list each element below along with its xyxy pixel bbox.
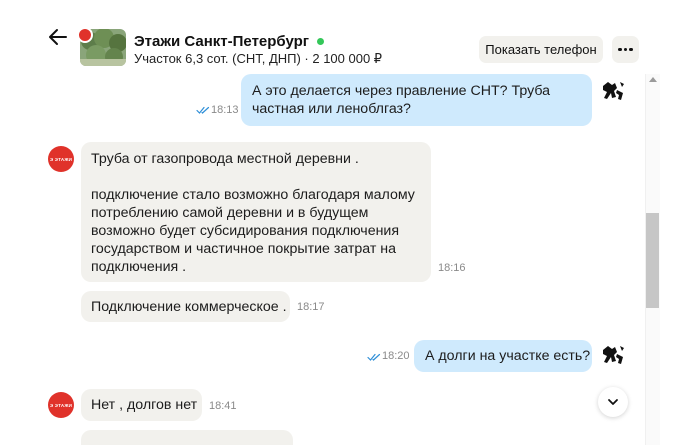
seller-avatar-label: Э ЭТАЖИ <box>49 402 73 408</box>
scrollbar-thumb[interactable] <box>646 213 659 308</box>
message-text: Труба от газопровода местной деревни . п… <box>91 151 415 275</box>
message-time: 18:20 <box>382 350 410 362</box>
scroll-up-arrow-icon[interactable] <box>649 77 657 82</box>
seller-avatar[interactable]: Э ЭТАЖИ <box>48 392 74 418</box>
more-options-button[interactable] <box>612 36 639 63</box>
message-time: 18:16 <box>438 262 466 274</box>
message-text: Подключение коммерческое . <box>91 299 287 315</box>
read-ticks-icon <box>367 353 381 361</box>
incoming-message[interactable]: Нет , долгов нет <box>81 389 202 421</box>
incoming-message-partial[interactable] <box>81 430 293 445</box>
message-time: 18:41 <box>209 400 237 412</box>
more-dot-icon <box>629 47 633 52</box>
incoming-message[interactable]: Подключение коммерческое . <box>81 291 290 322</box>
incoming-message[interactable]: Труба от газопровода местной деревни . п… <box>81 142 431 282</box>
back-arrow-icon[interactable] <box>46 25 70 49</box>
listing-subtitle[interactable]: Участок 6,3 сот. (СНТ, ДНП) · 2 100 000 … <box>134 51 382 67</box>
seller-avatar[interactable]: Э ЭТАЖИ <box>48 146 74 172</box>
seller-avatar-label: Э ЭТАЖИ <box>49 156 73 162</box>
message-text: Нет , долгов нет <box>91 397 198 413</box>
chat-title[interactable]: Этажи Санкт-Петербург <box>134 33 309 50</box>
outgoing-message[interactable]: А это делается через правление СНТ? Труб… <box>241 74 592 126</box>
show-phone-button[interactable]: Показать телефон <box>479 36 603 63</box>
message-time: 18:13 <box>211 104 239 116</box>
message-text: А долги на участке есть? <box>425 348 591 364</box>
chevron-down-icon <box>608 399 618 405</box>
chat-header: Этажи Санкт-Петербург Участок 6,3 сот. (… <box>0 0 700 74</box>
outgoing-message[interactable]: А долги на участке есть? <box>414 340 592 372</box>
title-row: Этажи Санкт-Петербург <box>134 33 325 50</box>
online-status-dot <box>317 38 325 45</box>
user-avatar-icon[interactable] <box>599 78 627 106</box>
scroll-to-bottom-button[interactable] <box>598 387 628 417</box>
message-text: А это делается через правление СНТ? Труб… <box>252 83 551 117</box>
seller-logo-badge <box>77 27 93 43</box>
read-ticks-icon <box>196 106 210 114</box>
more-dot-icon <box>618 47 622 52</box>
user-avatar-icon[interactable] <box>599 342 627 370</box>
message-time: 18:17 <box>297 301 325 313</box>
more-dot-icon <box>623 47 628 52</box>
